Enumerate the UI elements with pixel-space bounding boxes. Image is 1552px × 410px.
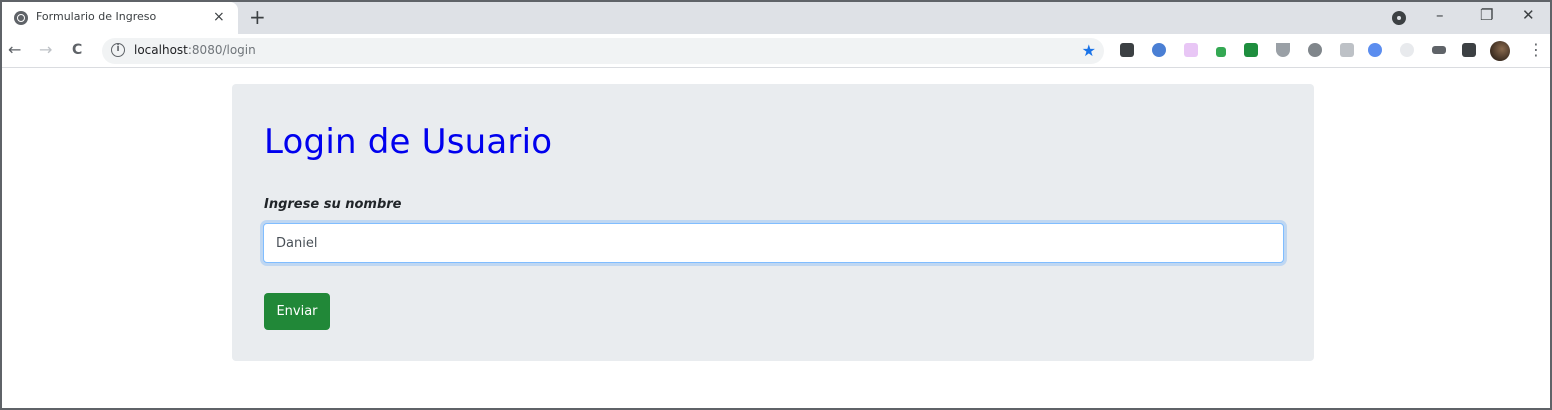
- browser-window: Formulario de Ingreso × + – ❐ ✕ ← → C i …: [0, 0, 1552, 410]
- globe-icon: [14, 11, 28, 25]
- bookmark-star-icon[interactable]: ★: [1082, 41, 1096, 61]
- tab-strip: Formulario de Ingreso × + – ❐ ✕: [2, 2, 1550, 34]
- restore-button[interactable]: ❐: [1480, 5, 1493, 25]
- name-label: Ingrese su nombre: [264, 197, 402, 212]
- extension-icon-2[interactable]: [1152, 43, 1166, 57]
- browser-toolbar: ← → C i localhost:8080/login ★ ⋮: [2, 34, 1550, 68]
- login-card: Login de Usuario Ingrese su nombre Envia…: [232, 84, 1314, 361]
- extension-icon-8[interactable]: [1340, 43, 1354, 57]
- tab-close-icon[interactable]: ×: [213, 8, 225, 26]
- extension-icon-6[interactable]: [1276, 43, 1290, 57]
- extension-icon-3[interactable]: [1184, 43, 1198, 57]
- puzzle-icon[interactable]: [1462, 43, 1476, 57]
- extension-icon-7[interactable]: [1308, 43, 1322, 57]
- reload-button[interactable]: C: [72, 40, 82, 60]
- tab-formulario[interactable]: Formulario de Ingreso ×: [2, 2, 238, 34]
- extension-icon-11[interactable]: [1432, 46, 1446, 54]
- extension-icon-10[interactable]: [1400, 43, 1414, 57]
- extension-icon-9[interactable]: [1368, 43, 1382, 57]
- extension-icon-1[interactable]: [1120, 43, 1134, 57]
- media-control-icon[interactable]: [1392, 11, 1406, 25]
- forward-button[interactable]: →: [39, 40, 52, 60]
- close-window-button[interactable]: ✕: [1522, 5, 1535, 25]
- address-bar[interactable]: i localhost:8080/login ★: [102, 38, 1104, 64]
- url-text: localhost:8080/login: [134, 43, 256, 57]
- tab-title: Formulario de Ingreso: [36, 10, 157, 23]
- back-button[interactable]: ←: [8, 40, 21, 60]
- kebab-menu-icon[interactable]: ⋮: [1528, 40, 1544, 59]
- url-host: localhost: [134, 43, 188, 57]
- extension-icon-4[interactable]: [1216, 47, 1226, 57]
- info-icon[interactable]: i: [111, 43, 125, 57]
- new-tab-button[interactable]: +: [249, 6, 266, 28]
- page-title: Login de Usuario: [264, 122, 553, 162]
- minimize-button[interactable]: –: [1436, 5, 1444, 25]
- page-content: Login de Usuario Ingrese su nombre Envia…: [2, 69, 1550, 408]
- extension-icon-5[interactable]: [1244, 43, 1258, 57]
- name-input[interactable]: [263, 223, 1284, 263]
- avatar[interactable]: [1490, 41, 1510, 61]
- submit-button[interactable]: Enviar: [264, 293, 330, 330]
- url-path: :8080/login: [187, 43, 256, 57]
